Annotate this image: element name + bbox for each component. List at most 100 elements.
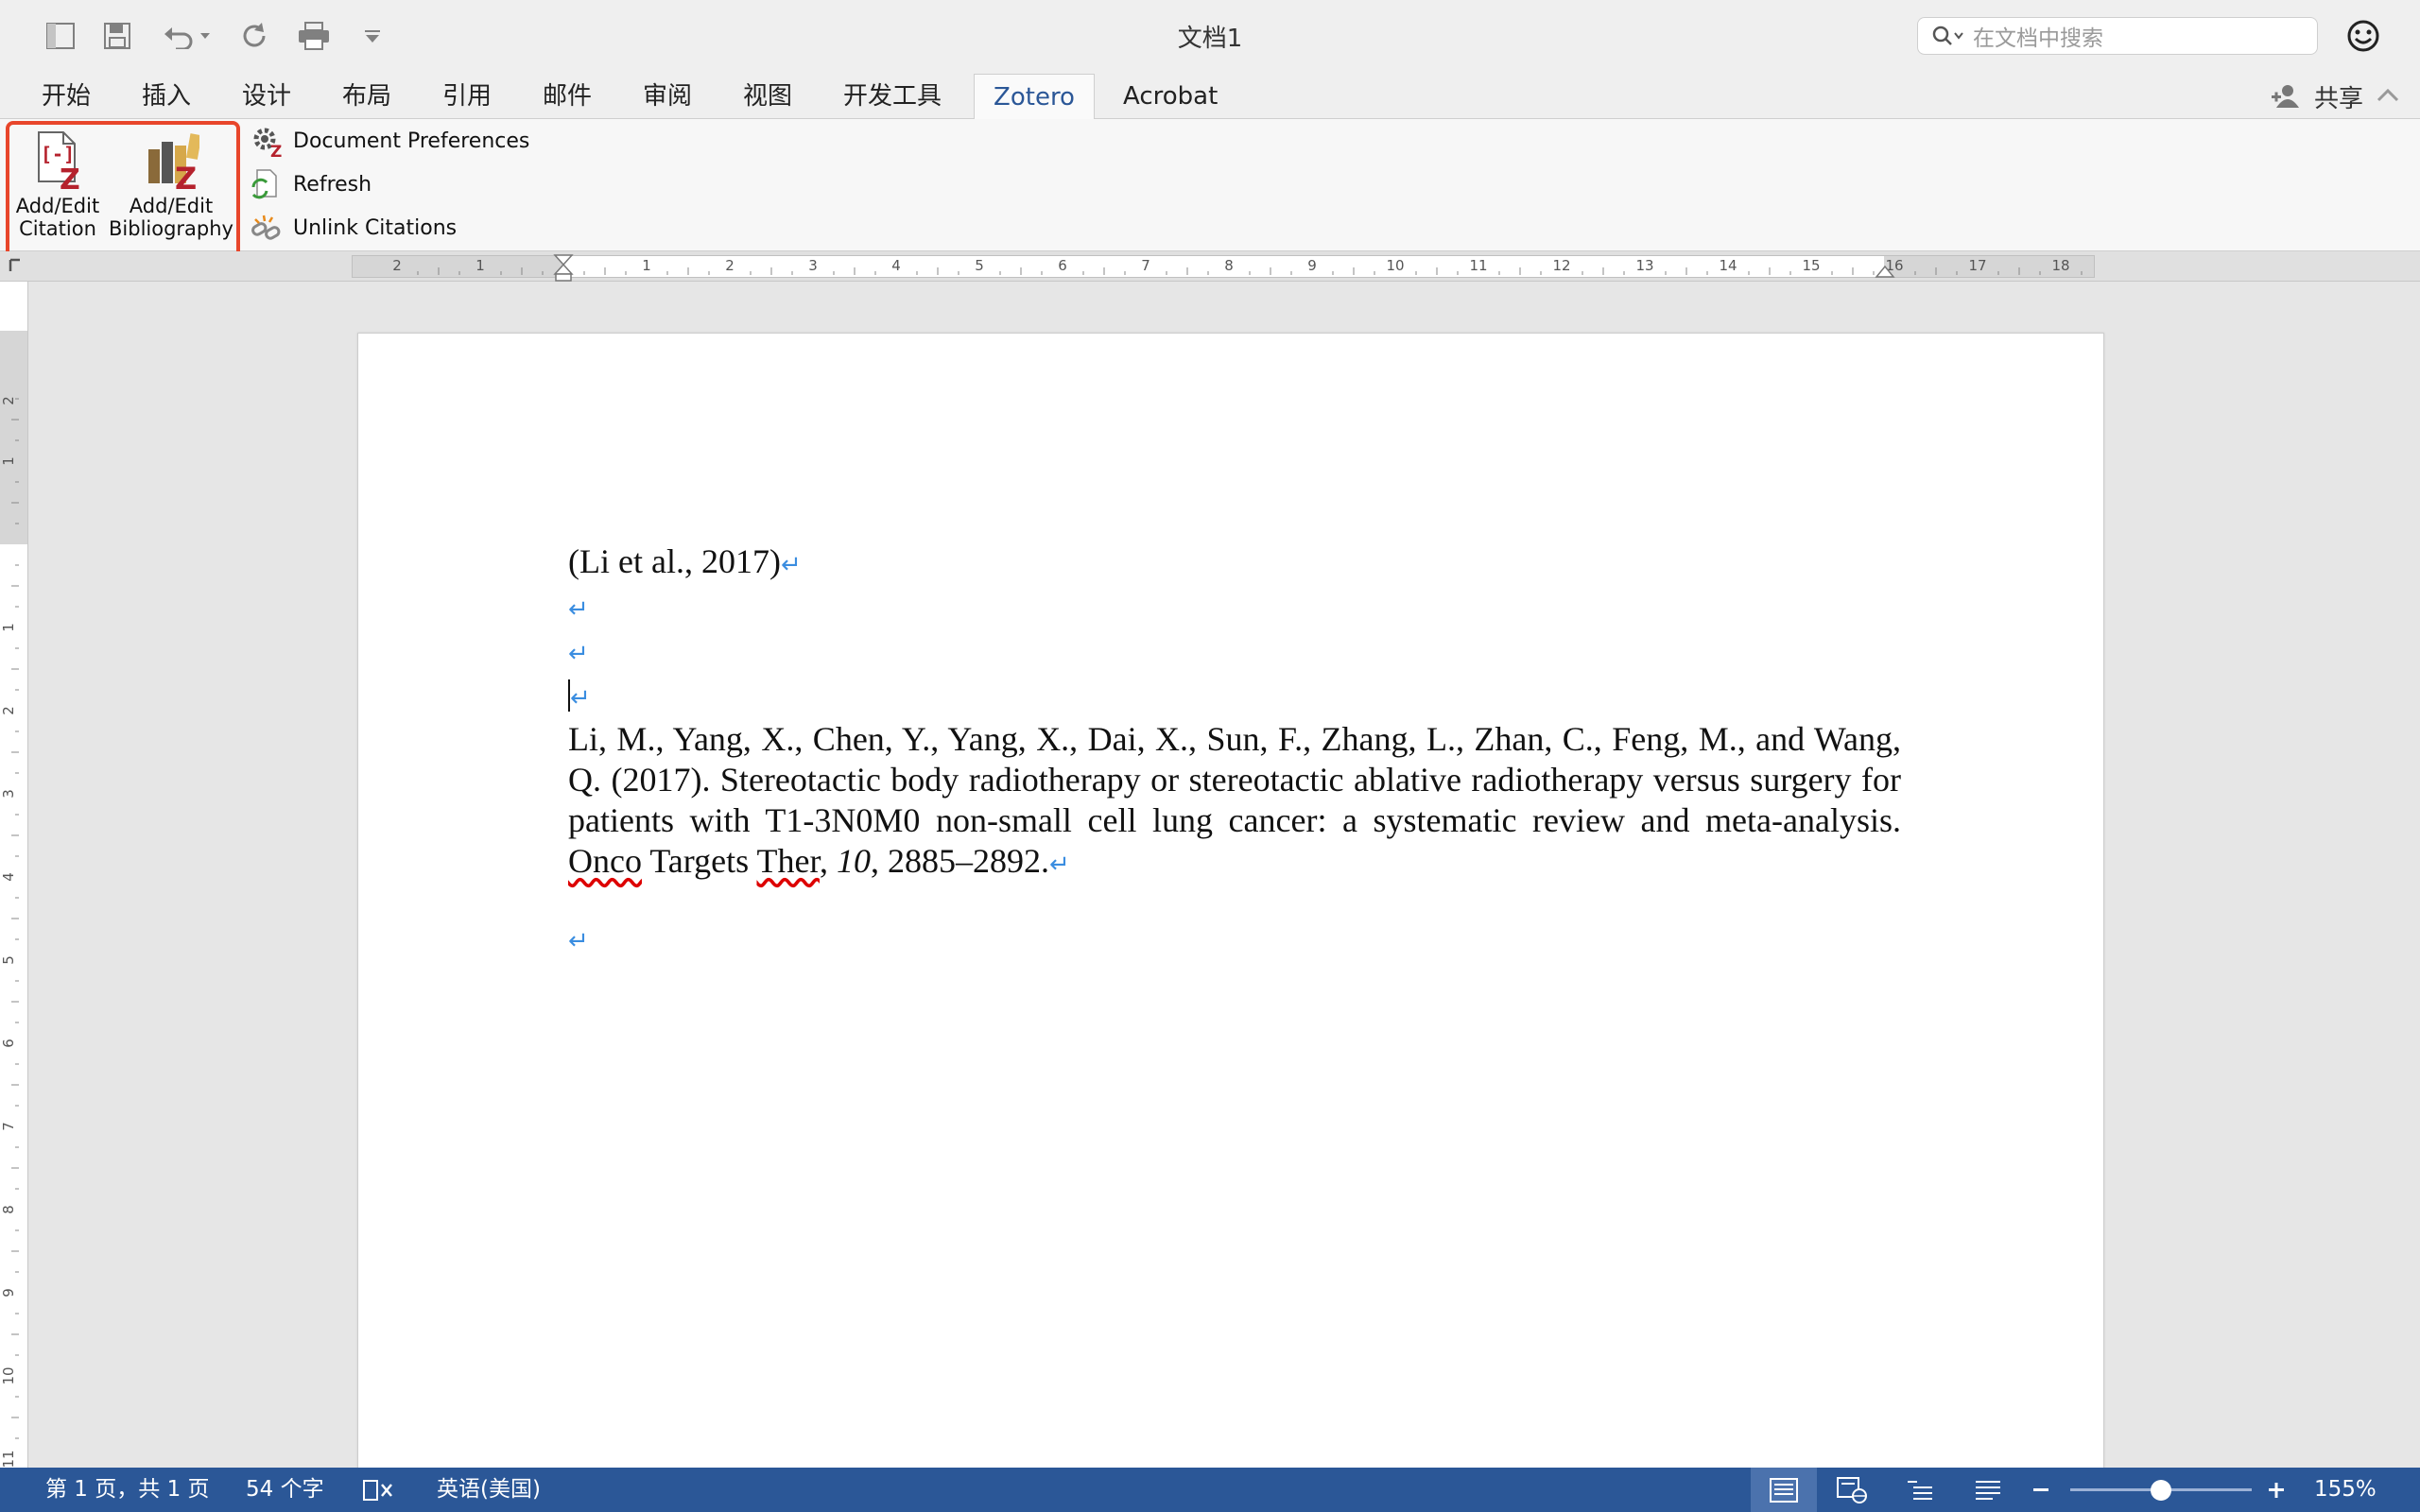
print-icon[interactable] (297, 19, 331, 53)
empty-paragraph[interactable]: ↵ (568, 630, 1901, 675)
tab-review[interactable]: 审阅 (631, 74, 703, 119)
ruler-label: 1 (0, 456, 17, 466)
tab-layout[interactable]: 布局 (331, 74, 403, 119)
zoom-in-icon[interactable] (2267, 1481, 2286, 1500)
tab-zotero[interactable]: Zotero (974, 74, 1095, 120)
search-input[interactable]: 在文档中搜索 (1917, 17, 2318, 55)
share-label: 共享 (2313, 84, 2363, 113)
in-text-citation[interactable]: (Li et al., 2017) (568, 542, 781, 580)
journal-word-ther: Ther (756, 842, 820, 880)
empty-paragraph[interactable]: ↵ (568, 586, 1901, 630)
empty-paragraph[interactable]: ↵ (568, 918, 1901, 962)
zoom-slider-thumb[interactable] (2151, 1480, 2171, 1501)
indent-marker-icon[interactable] (553, 254, 574, 283)
zoom-level[interactable]: 155% (2314, 1468, 2377, 1512)
ruler-label: 15 (1802, 257, 1820, 274)
journal-word-targets: Targets (641, 842, 757, 880)
svg-text:[-]: [-] (41, 143, 75, 165)
window-title: 文档1 (1177, 25, 1243, 53)
ruler-label: 5 (0, 955, 17, 965)
proofing-icon[interactable] (363, 1479, 397, 1502)
share-button[interactable]: 共享 (2271, 74, 2363, 119)
ruler-label: 3 (0, 789, 17, 799)
svg-text:Z: Z (270, 143, 282, 158)
document-page[interactable]: (Li et al., 2017)↵ ↵ ↵ ↵ Li, M., Yang, X… (357, 333, 2104, 1468)
ruler-label: 14 (1719, 257, 1737, 274)
tab-view[interactable]: 视图 (732, 74, 804, 119)
ruler-label: 4 (891, 257, 901, 274)
add-edit-citation-button[interactable]: [-] Z Add/Edit Citation (15, 129, 100, 240)
outline-view-icon[interactable] (1887, 1468, 1953, 1512)
unlink-citations-label: Unlink Citations (293, 215, 458, 240)
search-icon (1932, 26, 1963, 45)
paragraph-mark: ↵ (1048, 850, 1070, 879)
tab-stop-selector-icon[interactable] (8, 257, 25, 274)
status-bar: 第 1 页，共 1 页 54 个字 英语(美国) 155% (0, 1468, 2420, 1512)
journal-pages: , 2885–2892. (870, 842, 1049, 880)
zoom-out-icon[interactable] (2032, 1483, 2049, 1498)
tab-developer[interactable]: 开发工具 (832, 74, 953, 119)
ruler-label: 8 (1224, 257, 1234, 274)
preferences-gear-icon: Z (253, 128, 282, 158)
empty-paragraph[interactable]: ↵ (568, 675, 1901, 719)
document-body[interactable]: (Li et al., 2017)↵ ↵ ↵ ↵ Li, M., Yang, X… (568, 541, 1901, 962)
ruler-label: 6 (1058, 257, 1067, 274)
print-layout-view-icon[interactable] (1751, 1468, 1817, 1512)
document-preferences-button[interactable]: Z Document Preferences (250, 123, 529, 159)
ruler-ticks: 2 1 1 2 3 4 5 6 7 8 9 10 11 12 13 14 15 16 17 18 (392, 257, 2083, 275)
paragraph-mark: ↵ (780, 551, 802, 579)
page-count[interactable]: 第 1 页，共 1 页 (45, 1468, 210, 1512)
draft-view-icon[interactable] (1955, 1468, 2021, 1512)
collapse-ribbon-icon[interactable] (2375, 83, 2401, 110)
refresh-button[interactable]: Refresh (250, 166, 372, 202)
word-count[interactable]: 54 个字 (246, 1468, 324, 1512)
ruler-label: 1 (642, 257, 651, 274)
ruler-label: 13 (1635, 257, 1653, 274)
paragraph-mark: ↵ (568, 640, 589, 668)
ruler-label: 18 (2051, 257, 2069, 274)
bibliography-entry[interactable]: Li, M., Yang, X., Chen, Y., Yang, X., Da… (568, 719, 1901, 885)
citation-paragraph[interactable]: (Li et al., 2017)↵ (568, 541, 1901, 586)
ruler-label: 7 (0, 1122, 17, 1131)
bibliography-text: Li, M., Yang, X., Chen, Y., Yang, X., Da… (568, 720, 1901, 839)
tab-references[interactable]: 引用 (431, 74, 503, 119)
unlink-citations-button[interactable]: Unlink Citations (250, 210, 457, 246)
tab-design[interactable]: 设计 (231, 74, 302, 119)
paragraph-mark: ↵ (568, 927, 589, 955)
ruler-label: 8 (0, 1205, 17, 1214)
tab-acrobat[interactable]: Acrobat (1112, 74, 1229, 119)
add-bibliography-label-2: Bibliography (109, 217, 233, 240)
customize-icon[interactable] (355, 19, 389, 53)
title-bar: 文档1 在文档中搜索 (0, 0, 2420, 74)
add-citation-label-2: Citation (19, 217, 96, 240)
add-edit-bibliography-button[interactable]: Z Add/Edit Bibliography (109, 129, 233, 240)
horizontal-ruler[interactable]: 2 1 1 2 3 4 5 6 7 8 9 10 11 12 13 14 15 16 17 18 (352, 254, 2095, 282)
horizontal-ruler-area: 2 1 1 2 3 4 5 6 7 8 9 10 11 12 13 14 15 16 17 18 (0, 251, 2420, 282)
document-canvas[interactable]: (Li et al., 2017)↵ ↵ ↵ ↵ Li, M., Yang, X… (28, 282, 2420, 1468)
tab-insert[interactable]: 插入 (130, 74, 202, 119)
journal-volume: 10 (836, 842, 871, 880)
svg-text:Z: Z (175, 161, 197, 191)
ruler-label: 1 (475, 257, 485, 274)
vertical-ruler-ticks: 211234567891011 (0, 396, 19, 1468)
ruler-label: 9 (0, 1288, 17, 1297)
language-indicator[interactable]: 英语(美国) (437, 1468, 541, 1512)
ruler-label: 17 (1968, 257, 1986, 274)
ruler-label: 2 (0, 396, 17, 405)
search-placeholder: 在文档中搜索 (1973, 26, 2103, 51)
add-bibliography-label-1: Add/Edit (129, 195, 214, 217)
undo-icon[interactable] (159, 19, 216, 53)
vertical-ruler[interactable]: 2 1 1 2 3 4 5 6 7 8 9 10 11 (0, 282, 28, 1468)
ruler-label: 2 (0, 706, 17, 715)
save-icon[interactable] (100, 19, 134, 53)
web-layout-view-icon[interactable] (1819, 1468, 1885, 1512)
redo-icon[interactable] (238, 19, 272, 53)
feedback-smiley-icon[interactable] (2344, 17, 2382, 55)
tab-mailings[interactable]: 邮件 (531, 74, 603, 119)
ruler-label: 11 (1469, 257, 1487, 274)
ruler-label: 2 (725, 257, 735, 274)
right-indent-marker-icon[interactable] (1875, 264, 1895, 279)
sidebar-icon[interactable] (43, 19, 78, 53)
tab-home[interactable]: 开始 (30, 74, 102, 119)
ruler-label: 4 (0, 872, 17, 882)
